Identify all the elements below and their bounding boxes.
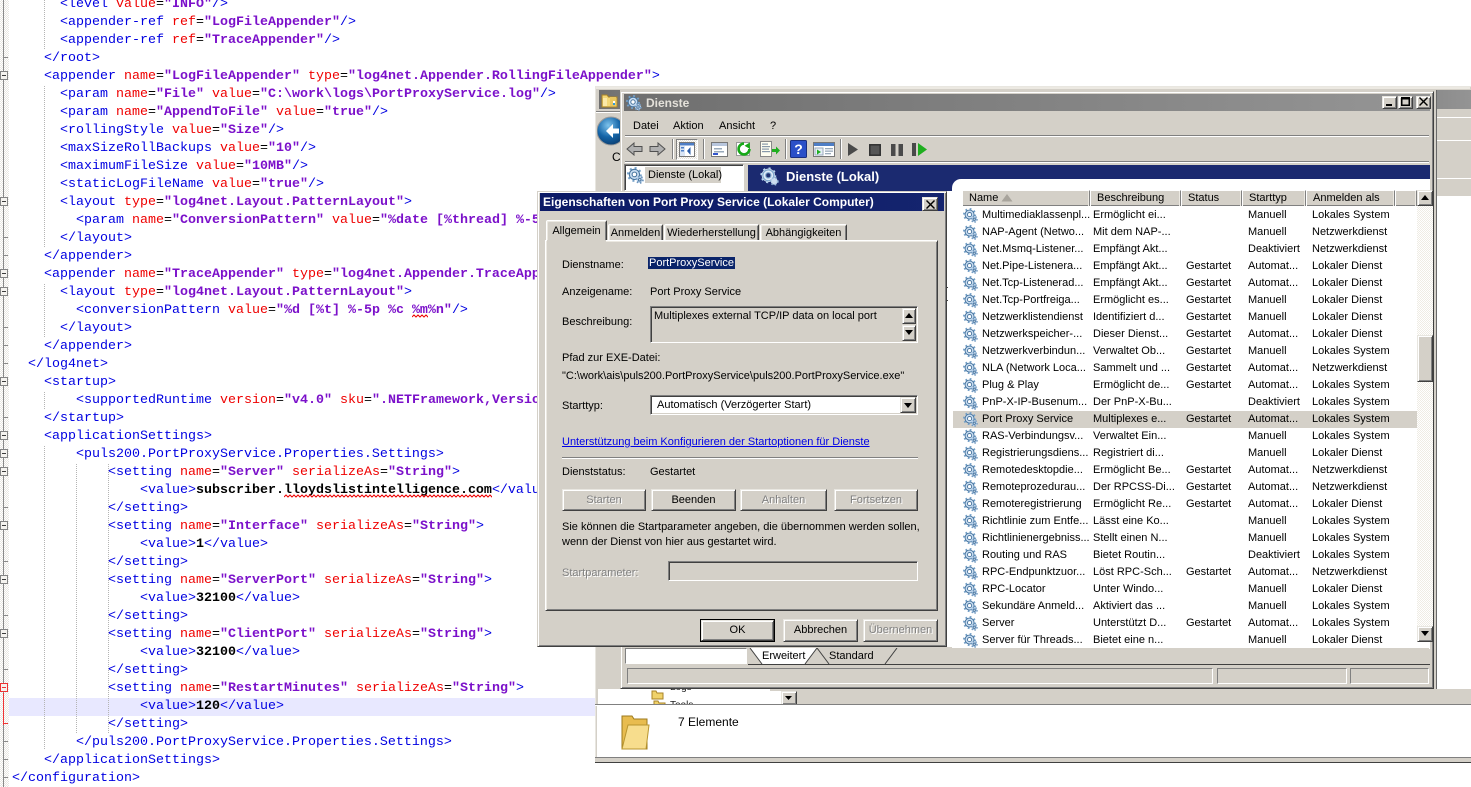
svg-text:?: ? xyxy=(794,141,803,157)
